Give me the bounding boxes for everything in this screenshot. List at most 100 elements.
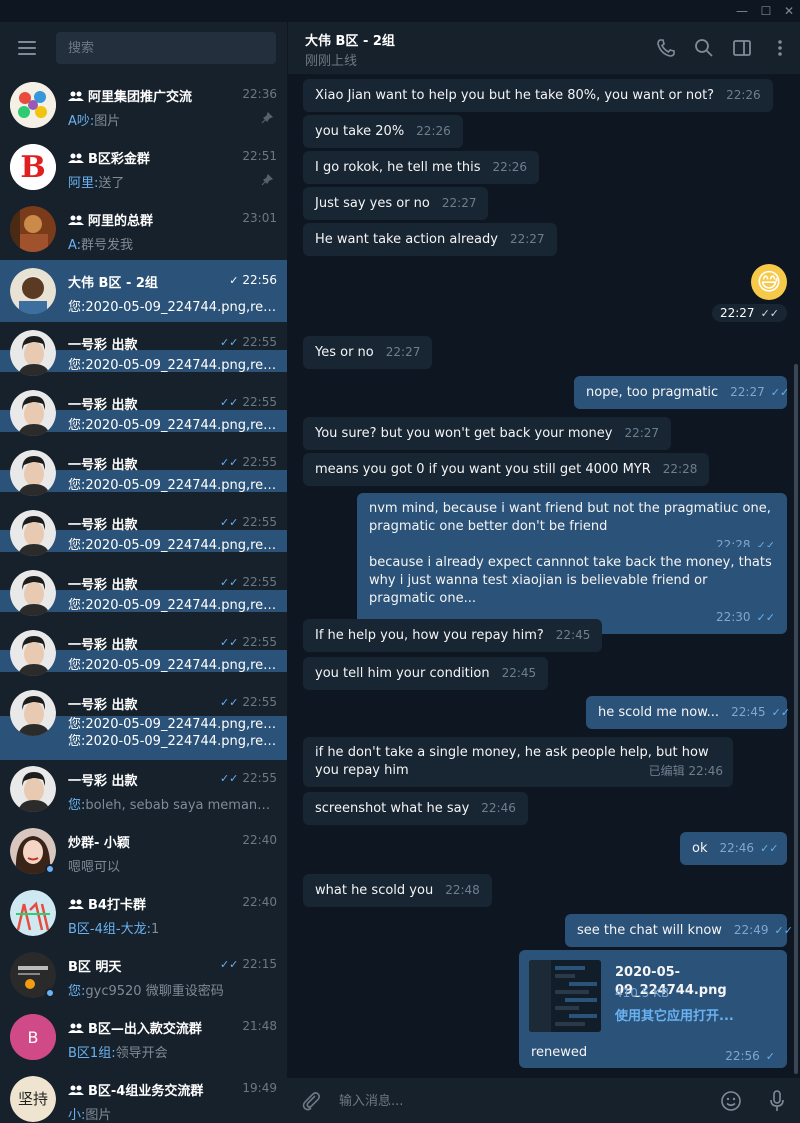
message-time: 22:26 <box>726 88 761 102</box>
online-indicator <box>45 988 55 998</box>
chat-item-ali-group[interactable]: 阿里集团推广交流 22:36 A吵:图片 <box>0 74 287 136</box>
chat-preview: 阿里:送了 <box>68 176 125 191</box>
chat-time: ✓✓ 22:55 <box>219 455 277 469</box>
chat-item-ali-main[interactable]: 阿里的总群 23:01 A:群号发我 <box>0 198 287 260</box>
incoming-message[interactable]: you take 20% 22:26 <box>303 115 463 148</box>
message-list[interactable]: Xiao Jian want to help you but he take 8… <box>287 74 800 1078</box>
avatar <box>10 766 56 812</box>
message-time: 22:49 <box>733 923 769 937</box>
read-check-icon: ✓✓ <box>774 924 793 937</box>
message-input[interactable] <box>339 1090 699 1112</box>
sidebar-toggle-icon[interactable] <box>730 36 754 60</box>
chat-item-b-tomorrow[interactable]: B区 明天 ✓✓ 22:15 您:gyc9520 微聊重设密码 <box>0 944 287 1006</box>
chat-time: 21:48 <box>242 1019 277 1033</box>
search-icon[interactable] <box>692 36 716 60</box>
chat-item-yihaocai[interactable]: 一号彩 出款 ✓✓ 22:55 您:2020-05-09_224744.png,ren… <box>0 562 287 624</box>
chat-item-xiaoying[interactable]: 炒群- 小颖 22:40 嗯嗯可以 <box>0 820 287 882</box>
chat-preview: 您:2020-05-09_224744.png,renewed <box>68 734 278 749</box>
incoming-message[interactable]: He want take action already 22:27 <box>303 223 557 256</box>
message-time: 22:26 <box>492 160 528 174</box>
chat-item-yihaocai[interactable]: 一号彩 出款 ✓✓ 22:55 您:2020-05-09_224744.png,ren… <box>0 502 287 564</box>
chat-time: 23:01 <box>242 211 277 225</box>
chat-time: ✓✓ 22:55 <box>219 395 277 409</box>
chat-title[interactable]: 大伟 B区 - 2组 <box>305 30 395 49</box>
message-text: means you got 0 if you want you still ge… <box>315 462 651 477</box>
search-input[interactable] <box>56 32 276 64</box>
chat-name: B区—出入款交流群 <box>68 1018 202 1037</box>
outgoing-message[interactable]: ok 22:46 ✓✓ <box>680 832 787 865</box>
emoji-icon[interactable] <box>719 1089 743 1113</box>
incoming-message[interactable]: if he don't take a single money, he ask … <box>303 737 733 787</box>
chat-item-yihaocai[interactable]: 一号彩 出款 ✓✓ 22:55 您:2020-05-09_224744.png,ren… <box>0 322 287 384</box>
chat-time: ✓✓ 22:55 <box>219 335 277 349</box>
more-icon[interactable] <box>768 36 792 60</box>
outgoing-message[interactable]: 😅 22:27 ✓✓ <box>711 264 787 328</box>
incoming-message[interactable]: Just say yes or no 22:27 <box>303 187 489 220</box>
maximize-button[interactable]: ☐ <box>755 0 777 22</box>
message-time: 22:46 <box>481 801 516 815</box>
open-with-link[interactable]: 使用其它应用打开... <box>615 1008 734 1026</box>
read-check-icon: ✓✓ <box>760 842 779 855</box>
close-button[interactable]: ✕ <box>778 0 800 22</box>
chat-preview: 嗯嗯可以 <box>68 860 121 875</box>
scrollbar[interactable] <box>794 364 798 1074</box>
read-check-icon: ✓✓ <box>219 696 239 709</box>
incoming-message[interactable]: I go rokok, he tell me this 22:26 <box>303 151 540 184</box>
avatar <box>10 510 56 556</box>
chat-item-yihaocai[interactable]: 一号彩 出款 ✓✓ 22:55 您:boleh, sebab saya memang … <box>0 758 287 820</box>
menu-icon[interactable] <box>18 41 36 55</box>
message-text: you take 20% <box>315 124 405 139</box>
message-time: 22:45 <box>555 628 591 642</box>
chat-item-dawei-active[interactable]: 大伟 B区 - 2组 ✓ 22:56 您:2020-05-09_224744.pn… <box>0 260 287 322</box>
chat-item-yihaocai[interactable]: 一号彩 出款 ✓✓ 22:55 您:2020-05-09_224744.png,ren… <box>0 382 287 444</box>
chat-item-yihaocai[interactable]: 一号彩 出款 ✓✓ 22:55 您:2020-05-09_224744.png,ren… <box>0 682 287 760</box>
avatar: B <box>10 144 56 190</box>
chat-item-b4-business[interactable]: 坚持 B区-4组业务交流群 19:49 小:图片 <box>0 1068 287 1123</box>
incoming-message[interactable]: If he help you, how you repay him? 22:45 <box>303 619 603 652</box>
pin-icon <box>261 173 274 186</box>
incoming-message[interactable]: Yes or no 22:27 <box>303 336 433 369</box>
sidebar: 阿里集团推广交流 22:36 A吵:图片 B B区彩金群 22:51 阿里:送了… <box>0 22 287 1123</box>
incoming-message[interactable]: You sure? but you won't get back your mo… <box>303 417 672 450</box>
file-message[interactable]: 2020-05-09_224744.png 410.5 KB 使用其它应用打开.… <box>519 950 787 1068</box>
incoming-message[interactable]: means you got 0 if you want you still ge… <box>303 453 710 486</box>
group-icon <box>68 153 84 163</box>
chat-preview: 您:boleh, sebab saya memang tak... <box>68 798 278 813</box>
read-check-icon: ✓✓ <box>219 576 239 589</box>
sent-check-icon: ✓ <box>229 274 239 287</box>
chat-time: 22:40 <box>242 895 277 909</box>
chat-name: B区-4组业务交流群 <box>68 1080 203 1099</box>
avatar <box>10 330 56 376</box>
minimize-button[interactable]: — <box>731 0 753 22</box>
message-time: 22:27 <box>730 385 765 399</box>
chat-item-b-caijin[interactable]: B B区彩金群 22:51 阿里:送了 <box>0 136 287 198</box>
incoming-message[interactable]: screenshot what he say 22:46 <box>303 792 528 825</box>
avatar <box>10 268 56 314</box>
chat-name: B区 明天 <box>68 960 122 975</box>
chat-item-yihaocai[interactable]: 一号彩 出款 ✓✓ 22:55 您:2020-05-09_224744.png,ren… <box>0 622 287 684</box>
chat-item-b4-checkin[interactable]: B4打卡群 22:40 B区-4组-大龙:1 <box>0 882 287 944</box>
chat-item-yihaocai[interactable]: 一号彩 出款 ✓✓ 22:55 您:2020-05-09_224744.png,ren… <box>0 442 287 504</box>
incoming-message[interactable]: Xiao Jian want to help you but he take 8… <box>303 79 773 112</box>
chat-name: 一号彩 出款 <box>68 458 138 473</box>
incoming-message[interactable]: what he scold you 22:48 <box>303 874 492 907</box>
read-check-icon: ✓✓ <box>219 516 239 529</box>
attach-icon[interactable] <box>299 1089 323 1113</box>
file-thumbnail[interactable] <box>529 960 601 1032</box>
phone-icon[interactable] <box>654 36 678 60</box>
incoming-message[interactable]: you tell him your condition 22:45 <box>303 657 549 690</box>
outgoing-message[interactable]: see the chat will know 22:49 ✓✓ <box>565 914 793 947</box>
microphone-icon[interactable] <box>765 1088 789 1114</box>
chat-item-b-inout[interactable]: B B区—出入款交流群 21:48 B区1组:领导开会 <box>0 1006 287 1068</box>
outgoing-message[interactable]: he scold me now... 22:45 ✓✓ <box>586 696 790 729</box>
chat-name: 一号彩 出款 <box>68 518 138 533</box>
chat-name: 一号彩 出款 <box>68 338 138 353</box>
chat-preview: 您:2020-05-09_224744.png,renewed <box>68 538 278 553</box>
sent-check-icon: ✓ <box>765 1050 775 1063</box>
file-caption: renewed <box>531 1045 588 1060</box>
avatar <box>10 570 56 616</box>
chat-name: 一号彩 出款 <box>68 398 138 413</box>
outgoing-message[interactable]: nope, too pragmatic 22:27 ✓✓ <box>574 376 789 409</box>
read-check-icon: ✓✓ <box>219 636 239 649</box>
avatar <box>10 206 56 252</box>
